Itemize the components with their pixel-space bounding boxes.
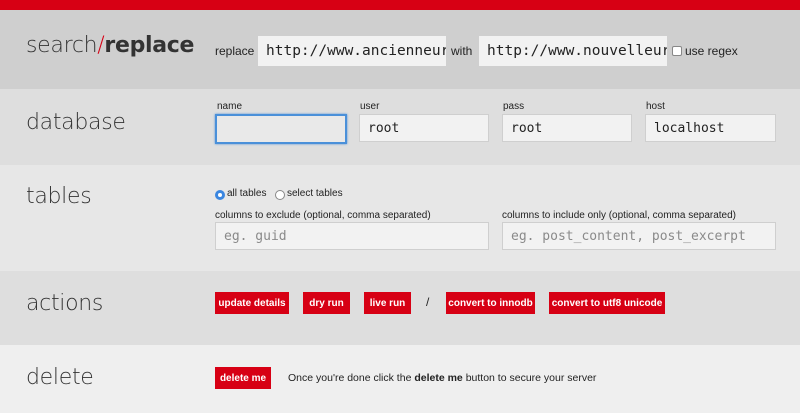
db-name-input[interactable] [215, 114, 347, 144]
top-accent-bar [0, 0, 800, 10]
use-regex-label: use regex [685, 44, 738, 58]
delete-note-prefix: Once you're done click the [288, 372, 415, 384]
delete-note: Once you're done click the delete me but… [288, 372, 596, 384]
db-user-input[interactable]: root [359, 114, 489, 142]
convert-innodb-button[interactable]: convert to innodb [446, 292, 535, 314]
title-replace-part: replace [104, 33, 195, 58]
select-tables-radio[interactable] [275, 190, 285, 200]
db-user-value: root [368, 120, 400, 136]
pass-label: pass [503, 101, 525, 112]
select-tables-label: select tables [287, 188, 343, 199]
delete-title: delete [26, 365, 94, 390]
exclude-columns-label: columns to exclude (optional, comma sepa… [215, 210, 431, 221]
db-host-input[interactable]: localhost [645, 114, 776, 142]
title-search-part: search [26, 33, 98, 58]
include-columns-input[interactable]: eg. post_content, post_excerpt [502, 222, 776, 250]
actions-section: actions update details dry run live run … [0, 271, 800, 345]
dry-run-button[interactable]: dry run [303, 292, 350, 314]
all-tables-label: all tables [227, 188, 267, 199]
name-label: name [217, 101, 243, 112]
search-replace-section: search/replace replace http://www.ancien… [0, 10, 800, 89]
include-columns-placeholder: eg. post_content, post_excerpt [511, 228, 746, 244]
tables-section: tables all tables select tables columns … [0, 165, 800, 271]
delete-note-bold: delete me [414, 372, 463, 384]
all-tables-radio[interactable] [215, 190, 225, 200]
db-pass-value: root [511, 120, 543, 136]
exclude-columns-placeholder: eg. guid [224, 228, 287, 244]
replace-input-value: http://www.ancienneurl. [266, 43, 447, 59]
search-replace-title: search/replace [26, 33, 194, 58]
database-title: database [26, 110, 126, 135]
actions-title: actions [26, 291, 104, 316]
host-label: host [646, 101, 665, 112]
use-regex-checkbox[interactable] [672, 46, 682, 56]
live-run-button[interactable]: live run [364, 292, 411, 314]
actions-separator: / [426, 295, 430, 309]
with-input-value: http://www.nouvelleurl. [487, 43, 668, 59]
delete-section: delete delete me Once you're done click … [0, 345, 800, 413]
delete-note-suffix: button to secure your server [462, 372, 597, 384]
database-section: database name user root pass root host l… [0, 89, 800, 165]
replace-label: replace [215, 44, 255, 58]
db-host-value: localhost [654, 120, 725, 136]
with-label: with [451, 44, 473, 58]
tables-title: tables [26, 184, 92, 209]
db-pass-input[interactable]: root [502, 114, 632, 142]
with-input[interactable]: http://www.nouvelleurl. [478, 35, 668, 67]
exclude-columns-input[interactable]: eg. guid [215, 222, 489, 250]
convert-utf8-button[interactable]: convert to utf8 unicode [549, 292, 665, 314]
user-label: user [360, 101, 380, 112]
replace-input[interactable]: http://www.ancienneurl. [257, 35, 447, 67]
delete-me-button[interactable]: delete me [215, 367, 271, 389]
update-details-button[interactable]: update details [215, 292, 289, 314]
include-columns-label: columns to include only (optional, comma… [502, 210, 737, 221]
